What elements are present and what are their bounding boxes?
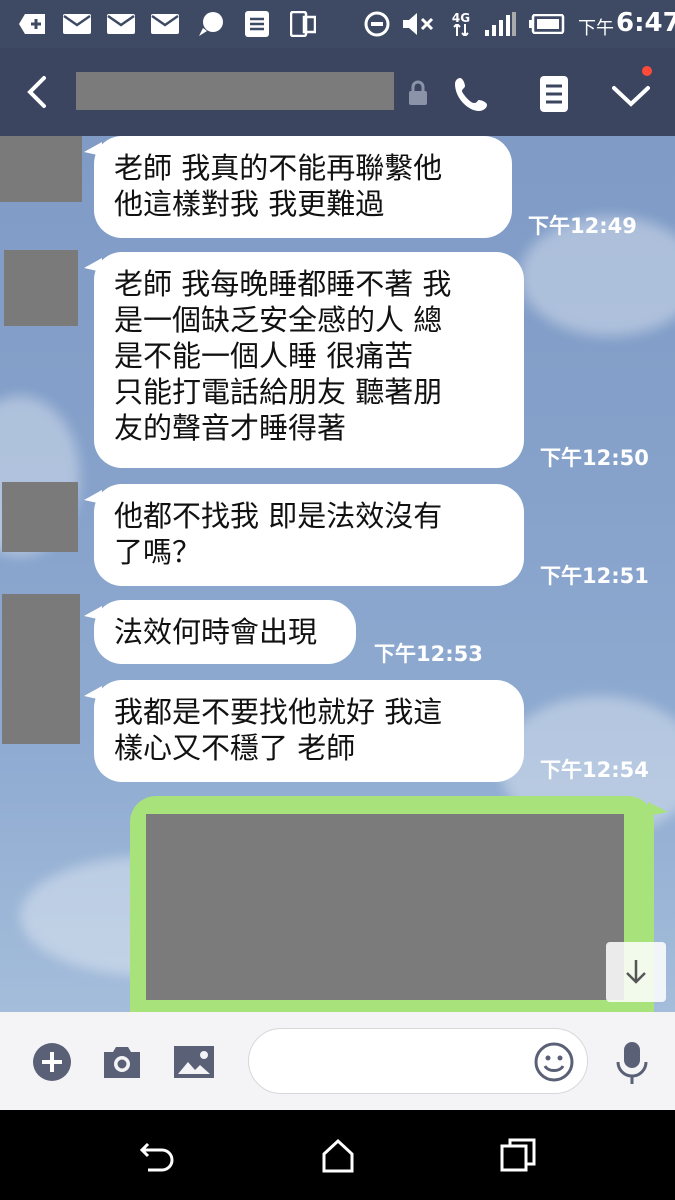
- chevron-down-icon: [612, 86, 650, 107]
- camera-button[interactable]: [100, 1040, 144, 1084]
- mail-icon: [150, 11, 180, 37]
- message-bubble[interactable]: 老師 我真的不能再聯繫他 他這樣對我 我更難過: [84, 136, 512, 238]
- emoji-icon: [534, 1042, 574, 1082]
- chat-icon: [196, 11, 226, 37]
- document-icon: [242, 11, 272, 37]
- status-bar: 4G 下午 6:47: [0, 0, 675, 48]
- avatar[interactable]: [2, 482, 78, 552]
- message-bubble[interactable]: 他都不找我 即是法效沒有 了嗎？: [84, 484, 524, 586]
- message-text: 只能打電話給朋友 聽著朋: [114, 375, 443, 409]
- nav-back-button[interactable]: [138, 1136, 178, 1176]
- message-text: 老師 我真的不能再聯繫他: [114, 151, 443, 185]
- avatar[interactable]: [4, 250, 78, 326]
- chat-title-redacted: [76, 72, 394, 110]
- notes-icon: [540, 76, 568, 112]
- chat-menu-button[interactable]: [606, 66, 656, 118]
- chat-header: [0, 48, 675, 136]
- network-label: 4G: [451, 11, 471, 25]
- message-bubble[interactable]: 老師 我每晚睡都睡不著 我 是一個缺乏安全感的人 總 是不能一個人睡 很痛苦 只…: [84, 252, 524, 468]
- do-not-disturb-icon: [362, 11, 392, 37]
- redacted-content: [146, 814, 624, 1000]
- back-button[interactable]: [16, 70, 60, 114]
- avatar[interactable]: [0, 136, 82, 202]
- system-navigation-bar: [0, 1110, 675, 1200]
- message-text: 法效何時會出現: [114, 615, 318, 649]
- nav-recents-button[interactable]: [498, 1136, 538, 1176]
- add-button[interactable]: [30, 1040, 74, 1084]
- home-icon: [322, 1138, 354, 1173]
- message-text: 友的聲音才睡得著: [114, 411, 347, 445]
- message-bubble[interactable]: 法效何時會出現: [84, 600, 356, 664]
- camera-icon: [104, 1047, 140, 1078]
- message-text: 樣心又不穩了 老師: [114, 731, 356, 765]
- signal-icon: [484, 11, 518, 37]
- emoji-button[interactable]: [533, 1041, 575, 1083]
- message-text: 他這樣對我 我更難過: [114, 187, 385, 221]
- message-text: 他都不找我 即是法效沒有: [114, 499, 443, 533]
- message-timestamp: 下午12:50: [540, 446, 649, 470]
- network-4g-icon: 4G: [446, 11, 476, 37]
- avatar[interactable]: [2, 594, 80, 744]
- message-input[interactable]: [248, 1028, 588, 1094]
- message-text: 了嗎？: [114, 535, 202, 569]
- mail-icon: [62, 11, 92, 37]
- nav-home-button[interactable]: [318, 1136, 358, 1176]
- mute-icon: [402, 11, 436, 37]
- phone-device-icon: [288, 11, 318, 37]
- message-timestamp: 下午12:53: [374, 642, 483, 666]
- scroll-to-bottom-button[interactable]: [606, 942, 666, 1002]
- battery-icon: [528, 11, 566, 37]
- image-button[interactable]: [172, 1040, 216, 1084]
- message-bubble[interactable]: 我都是不要找他就好 我這 樣心又不穩了 老師: [84, 680, 524, 782]
- mail-icon: [106, 11, 136, 37]
- arrow-down-icon: [626, 960, 646, 984]
- message-text: 是不能一個人睡 很痛苦: [114, 339, 414, 373]
- image-icon: [174, 1046, 214, 1078]
- notification-dot: [642, 66, 652, 76]
- notes-button[interactable]: [530, 70, 578, 118]
- message-text: 老師 我每晚睡都睡不著 我: [114, 267, 452, 301]
- message-text: 我都是不要找他就好 我這: [114, 695, 443, 729]
- microphone-button[interactable]: [612, 1040, 652, 1084]
- status-time-prefix: 下午: [578, 18, 614, 39]
- status-time: 6:47: [616, 8, 675, 38]
- add-notification-icon: [18, 11, 48, 37]
- message-input-bar: [0, 1012, 675, 1110]
- message-timestamp: 下午12:49: [528, 214, 637, 238]
- lock-icon: [406, 80, 430, 106]
- microphone-icon: [616, 1042, 648, 1084]
- add-icon: [33, 1043, 71, 1081]
- chat-area[interactable]: 老師 我真的不能再聯繫他 他這樣對我 我更難過 下午12:49 老師 我每晚睡都…: [0, 136, 675, 1012]
- back-icon: [27, 76, 46, 108]
- message-text: 是一個缺乏安全感的人 總: [114, 303, 443, 337]
- recents-icon: [500, 1138, 536, 1172]
- message-timestamp: 下午12:54: [540, 758, 649, 782]
- back-nav-icon: [139, 1142, 174, 1172]
- message-timestamp: 下午12:51: [540, 564, 649, 588]
- outgoing-message-bubble[interactable]: [130, 796, 668, 1012]
- phone-icon: [455, 78, 487, 111]
- call-button[interactable]: [448, 70, 496, 118]
